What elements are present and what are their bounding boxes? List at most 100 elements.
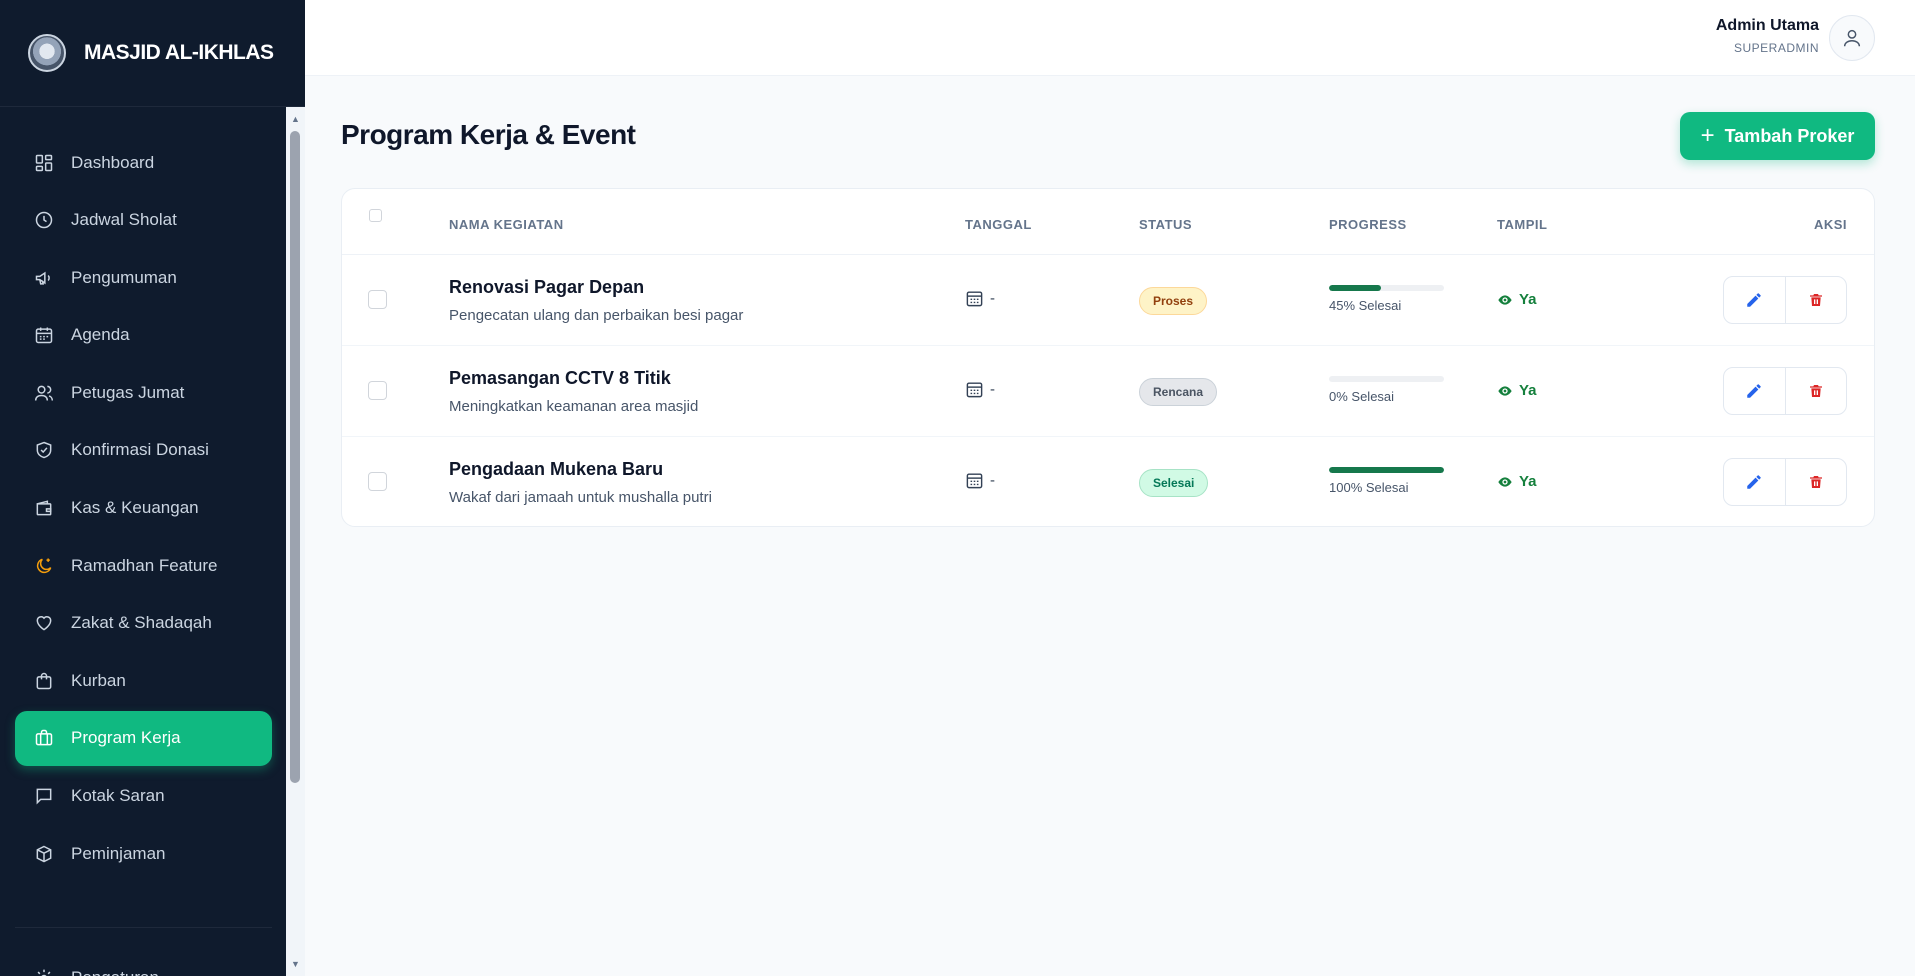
progress-fill [1329,467,1444,473]
sidebar-item-label: Program Kerja [71,728,181,748]
scroll-down-arrow-icon[interactable]: ▼ [286,956,305,972]
trash-icon [1809,476,1822,488]
sidebar-item-label: Ramadhan Feature [71,555,218,575]
moon-icon [33,555,55,577]
column-header-name: NAMA KEGIATAN [449,217,564,232]
status-badge: Selesai [1139,469,1209,497]
sidebar-item-agenda[interactable]: Agenda [15,308,272,363]
select-all-checkbox[interactable] [369,209,382,222]
sidebar-item-label: Kas & Keuangan [71,498,199,518]
sidebar-item-label: Kurban [71,670,126,690]
calendar-icon [966,382,983,398]
delete-button[interactable] [1784,459,1846,505]
megaphone-icon [33,267,55,289]
sidebar-scrollbar[interactable]: ▲ ▼ [286,107,305,976]
row-checkbox[interactable] [368,472,387,491]
scroll-up-arrow-icon[interactable]: ▲ [286,111,305,127]
sidebar-item-label: Peminjaman [71,843,166,863]
row-date: - [965,380,995,399]
user-icon [1843,29,1861,47]
shield-check-icon [33,439,55,461]
row-description: Wakaf dari jamaah untuk mushalla putri [449,489,712,506]
column-header-date: TANGGAL [965,217,1032,232]
row-actions [1723,458,1847,506]
user-name: Admin Utama [1715,17,1819,34]
status-badge: Rencana [1139,378,1218,406]
sidebar-item-jadwal-sholat[interactable]: Jadwal Sholat [15,193,272,248]
progress-fill [1329,285,1381,291]
table-row: Pemasangan CCTV 8 Titik Meningkatkan kea… [342,346,1874,437]
heart-icon [33,612,55,634]
scrollbar-thumb[interactable] [290,131,300,783]
message-icon [33,785,55,807]
brand-name: MASJID AL-IKHLAS [84,41,274,64]
clock-icon [33,209,55,231]
edit-button[interactable] [1724,459,1785,505]
visibility-status: Ya [1497,473,1537,490]
sidebar-item-label: Pengumuman [71,267,177,287]
sidebar-nav: Dashboard Jadwal Sholat Pengumuman Agend… [0,107,286,976]
progress-bar [1329,285,1444,291]
sidebar-item-program-kerja[interactable]: Program Kerja [15,710,272,766]
mosque-logo-icon [28,34,66,72]
row-checkbox[interactable] [368,290,387,309]
box-icon [33,843,55,865]
dashboard-icon [33,152,55,174]
progress-bar [1329,467,1444,473]
pencil-icon [1747,384,1762,398]
sidebar-item-petugas-jumat[interactable]: Petugas Jumat [15,365,272,420]
row-actions [1723,367,1847,415]
pencil-icon [1747,293,1762,307]
column-header-actions: AKSI [1813,217,1847,232]
visibility-status: Ya [1497,291,1537,308]
add-proker-label: Tambah Proker [1724,125,1855,146]
plus-icon: + [1700,122,1715,149]
progress-text: 45% Selesai [1329,298,1402,313]
visibility-label: Ya [1519,473,1537,490]
table-header: NAMA KEGIATAN TANGGAL STATUS PROGRESS TA… [342,189,1874,255]
user-info: Admin Utama SUPERADMIN [1716,17,1819,55]
sidebar-item-label: Petugas Jumat [71,382,185,402]
pencil-icon [1747,475,1762,489]
row-description: Pengecatan ulang dan perbaikan besi paga… [449,307,744,324]
edit-button[interactable] [1724,368,1785,414]
table-row: Pengadaan Mukena Baru Wakaf dari jamaah … [342,437,1874,526]
sidebar-item-label: Zakat & Shadaqah [71,613,212,633]
visibility-label: Ya [1519,291,1537,308]
sidebar-item-pengumuman[interactable]: Pengumuman [15,250,272,305]
row-date-value: - [990,381,995,398]
row-checkbox[interactable] [368,381,387,400]
add-proker-button[interactable]: + Tambah Proker [1680,112,1875,160]
sidebar-item-peminjaman[interactable]: Peminjaman [15,826,272,881]
brand[interactable]: MASJID AL-IKHLAS [0,0,305,107]
top-bar: Admin Utama SUPERADMIN [305,0,1915,76]
row-date: - [965,471,995,490]
sidebar-item-kurban[interactable]: Kurban [15,653,272,708]
delete-button[interactable] [1784,277,1846,323]
sidebar: MASJID AL-IKHLAS Dashboard Jadwal Sholat… [0,0,305,976]
table-row: Renovasi Pagar Depan Pengecatan ulang da… [342,255,1874,346]
row-date: - [965,289,995,308]
delete-button[interactable] [1784,368,1846,414]
sidebar-item-konfirmasi-donasi[interactable]: Konfirmasi Donasi [15,423,272,478]
sidebar-item-label: Kotak Saran [71,786,165,806]
sidebar-item-kas-keuangan[interactable]: Kas & Keuangan [15,481,272,536]
edit-button[interactable] [1724,277,1785,323]
row-date-value: - [990,290,995,307]
sidebar-item-kotak-saran[interactable]: Kotak Saran [15,769,272,824]
calendar-icon [966,291,983,307]
briefcase-icon [33,727,55,749]
sidebar-item-label: Pengaturan [71,968,159,976]
sidebar-item-zakat-shadaqah[interactable]: Zakat & Shadaqah [15,596,272,651]
column-header-progress: PROGRESS [1329,217,1407,232]
sidebar-item-label: Jadwal Sholat [71,210,177,230]
avatar[interactable] [1829,15,1875,61]
sidebar-item-dashboard[interactable]: Dashboard [15,135,272,190]
sidebar-divider [15,927,272,929]
bag-icon [33,670,55,692]
sidebar-item-ramadhan-feature[interactable]: Ramadhan Feature [15,538,272,593]
page-title: Program Kerja & Event [341,119,636,150]
progress-text: 0% Selesai [1329,389,1395,404]
sidebar-item-pengaturan[interactable]: Pengaturan [15,950,272,976]
row-title: Renovasi Pagar Depan [449,277,645,297]
